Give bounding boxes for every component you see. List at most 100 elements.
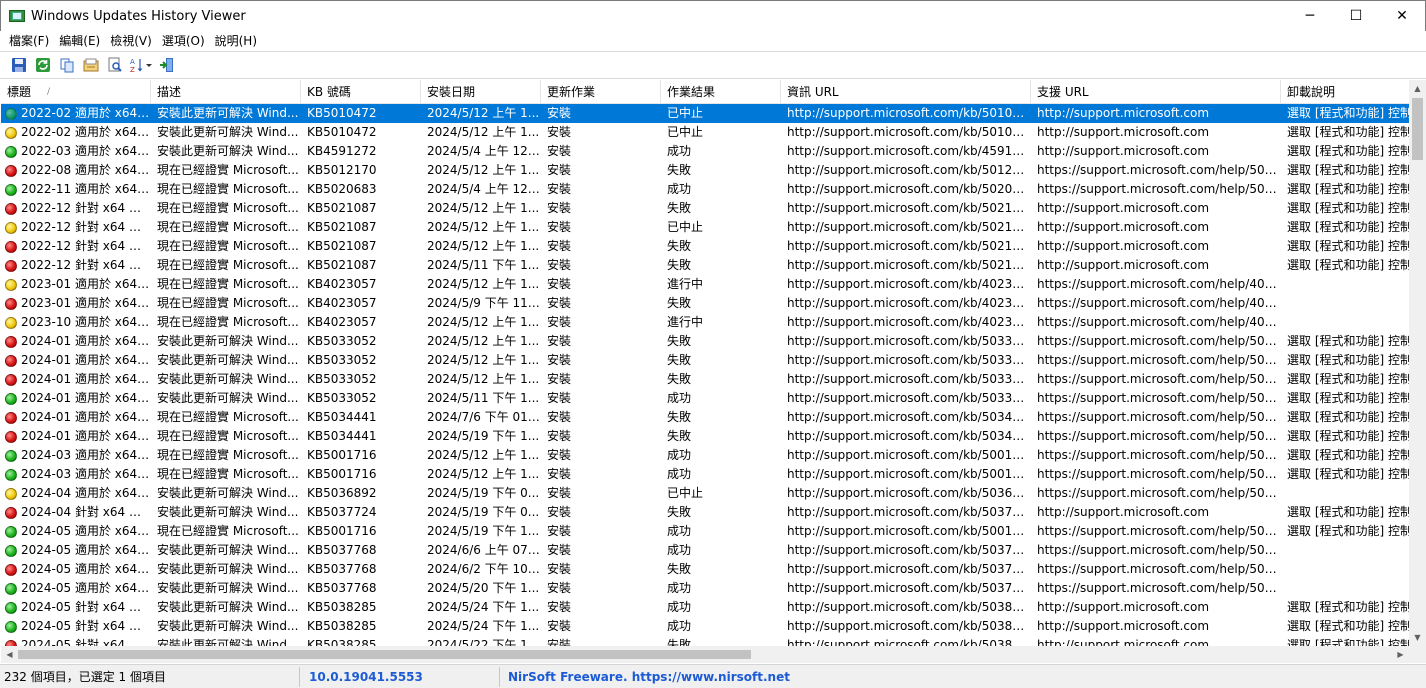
sort-icon: AZ bbox=[130, 58, 152, 73]
cell-support-url: http://support.microsoft.com bbox=[1037, 106, 1210, 120]
cell-update-operation: 安裝 bbox=[547, 125, 572, 139]
vertical-scrollbar[interactable]: ▲ ▼ bbox=[1409, 80, 1426, 646]
cell-info-url: http://support.microsoft.com/kb/5033052 bbox=[787, 391, 1031, 405]
table-row[interactable]: 2022-12 針對 x64 之 ... 現在已經證實 Microsoft... K… bbox=[1, 218, 1409, 237]
table-row[interactable]: 2024-05 針對 x64 之 ... 安裝此更新可解決 Wind... KB50… bbox=[1, 598, 1409, 617]
horizontal-scrollbar[interactable]: ◀ ▶ bbox=[1, 646, 1409, 663]
minimize-button[interactable]: ─ bbox=[1287, 1, 1333, 31]
table-row[interactable]: 2024-01 適用於 x64 ... 現在已經證實 Microsoft... KB… bbox=[1, 427, 1409, 446]
table-row[interactable]: 2024-04 適用於 x64 ... 安裝此更新可解決 Wind... KB503… bbox=[1, 484, 1409, 503]
menu-help[interactable]: 說明(H) bbox=[210, 31, 262, 51]
table-row[interactable]: 2024-05 針對 x64 之 ... 安裝此更新可解決 Wind... KB50… bbox=[1, 636, 1409, 646]
scroll-left-icon[interactable]: ◀ bbox=[1, 646, 18, 663]
cell-update-operation: 安裝 bbox=[547, 448, 572, 462]
properties-icon bbox=[83, 58, 99, 72]
table-row[interactable]: 2024-05 適用於 x64 ... 現在已經證實 Microsoft... KB… bbox=[1, 522, 1409, 541]
table-row[interactable]: 2022-02 適用於 x64 ... 安裝此更新可解決 Wind... KB501… bbox=[1, 123, 1409, 142]
properties-button[interactable] bbox=[80, 54, 102, 76]
cell-title: 2024-05 針對 x64 之 ... bbox=[1, 636, 151, 646]
cell-support-url: https://support.microsoft.com/help/402..… bbox=[1037, 296, 1281, 310]
save-button[interactable] bbox=[8, 54, 30, 76]
table-row[interactable]: 2023-01 適用於 x64 ... 現在已經證實 Microsoft... KB… bbox=[1, 294, 1409, 313]
cell-support-url: https://support.microsoft.com/help/503..… bbox=[1037, 562, 1281, 576]
table-row[interactable]: 2022-02 適用於 x64 ... 安裝此更新可解決 Wind... KB501… bbox=[1, 104, 1409, 123]
scroll-right-icon[interactable]: ▶ bbox=[1392, 646, 1409, 663]
close-button[interactable]: ✕ bbox=[1379, 1, 1425, 31]
cell-title: 2023-01 適用於 x64 ... bbox=[1, 294, 151, 313]
cell-operation-result: 成功 bbox=[667, 600, 692, 614]
column-header-uninstall-notes[interactable]: 卸載說明 bbox=[1281, 80, 1409, 104]
column-header-title[interactable]: 標題 / bbox=[1, 80, 151, 104]
exit-button[interactable] bbox=[156, 54, 178, 76]
column-header-description[interactable]: 描述 bbox=[151, 80, 301, 104]
cell-operation-result: 成功 bbox=[667, 144, 692, 158]
horizontal-scroll-thumb[interactable] bbox=[18, 650, 751, 659]
cell-update-operation: 安裝 bbox=[547, 144, 572, 158]
updates-list-view[interactable]: 標題 / 描述 KB 號碼 安裝日期 更新作業 作業結果 資訊 URL 支援 UR… bbox=[1, 80, 1409, 646]
table-row[interactable]: 2024-05 針對 x64 之 ... 安裝此更新可解決 Wind... KB50… bbox=[1, 617, 1409, 636]
cell-install-date: 2024/5/24 下午 1... bbox=[427, 600, 540, 614]
column-header-operation-result[interactable]: 作業結果 bbox=[661, 80, 781, 104]
vertical-scroll-thumb[interactable] bbox=[1412, 98, 1423, 160]
table-row[interactable]: 2024-05 適用於 x64 ... 安裝此更新可解決 Wind... KB503… bbox=[1, 579, 1409, 598]
table-row[interactable]: 2022-11 適用於 x64 ... 現在已經證實 Microsoft... KB… bbox=[1, 180, 1409, 199]
menu-options[interactable]: 選項(O) bbox=[157, 31, 210, 51]
scroll-down-icon[interactable]: ▼ bbox=[1409, 629, 1426, 646]
table-row[interactable]: 2024-01 適用於 x64 ... 安裝此更新可解決 Wind... KB503… bbox=[1, 351, 1409, 370]
table-row[interactable]: 2022-12 針對 x64 之 ... 現在已經證實 Microsoft... K… bbox=[1, 256, 1409, 275]
copy-button[interactable] bbox=[56, 54, 78, 76]
table-row[interactable]: 2024-01 適用於 x64 ... 安裝此更新可解決 Wind... KB503… bbox=[1, 370, 1409, 389]
cell-uninstall-notes: 選取 [程式和功能] 控制 bbox=[1287, 182, 1409, 196]
table-row[interactable]: 2024-03 適用於 x64 ... 現在已經證實 Microsoft... KB… bbox=[1, 465, 1409, 484]
table-row[interactable]: 2024-01 適用於 x64 ... 現在已經證實 Microsoft... KB… bbox=[1, 408, 1409, 427]
cell-uninstall-notes: 選取 [程式和功能] 控制 bbox=[1287, 144, 1409, 158]
cell-support-url: http://support.microsoft.com bbox=[1037, 144, 1210, 158]
cell-support-url: https://support.microsoft.com/help/503..… bbox=[1037, 353, 1281, 367]
maximize-button[interactable]: ☐ bbox=[1333, 1, 1379, 31]
table-row[interactable]: 2023-01 適用於 x64 ... 現在已經證實 Microsoft... KB… bbox=[1, 275, 1409, 294]
table-row[interactable]: 2023-10 適用於 x64 ... 現在已經證實 Microsoft... KB… bbox=[1, 313, 1409, 332]
table-row[interactable]: 2024-01 適用於 x64 ... 安裝此更新可解決 Wind... KB503… bbox=[1, 332, 1409, 351]
cell-uninstall-notes: 選取 [程式和功能] 控制 bbox=[1287, 638, 1409, 646]
cell-operation-result: 進行中 bbox=[667, 277, 704, 291]
table-row[interactable]: 2024-05 適用於 x64 ... 安裝此更新可解決 Wind... KB503… bbox=[1, 560, 1409, 579]
scroll-up-icon[interactable]: ▲ bbox=[1409, 80, 1426, 97]
table-row[interactable]: 2024-03 適用於 x64 ... 現在已經證實 Microsoft... KB… bbox=[1, 446, 1409, 465]
table-row[interactable]: 2022-12 針對 x64 之 ... 現在已經證實 Microsoft... K… bbox=[1, 199, 1409, 218]
menu-file[interactable]: 檔案(F) bbox=[4, 31, 54, 51]
sort-button[interactable]: AZ bbox=[128, 54, 154, 76]
menu-view[interactable]: 檢視(V) bbox=[105, 31, 157, 51]
cell-title-text: 2022-11 適用於 x64 ... bbox=[21, 182, 151, 196]
column-header-update-operation[interactable]: 更新作業 bbox=[541, 80, 661, 104]
column-header-kb-number[interactable]: KB 號碼 bbox=[301, 80, 421, 104]
cell-uninstall-notes: 選取 [程式和功能] 控制 bbox=[1287, 619, 1409, 633]
cell-title: 2024-01 適用於 x64 ... bbox=[1, 370, 151, 389]
table-row[interactable]: 2022-08 適用於 x64 ... 現在已經證實 Microsoft... KB… bbox=[1, 161, 1409, 180]
column-header-support-url[interactable]: 支援 URL bbox=[1031, 80, 1281, 104]
column-header-info-url[interactable]: 資訊 URL bbox=[781, 80, 1031, 104]
status-nirsoft-link[interactable]: NirSoft Freeware. https://www.nirsoft.ne… bbox=[500, 667, 1060, 687]
cell-title: 2024-05 適用於 x64 ... bbox=[1, 560, 151, 579]
menu-edit[interactable]: 編輯(E) bbox=[54, 31, 105, 51]
column-header-install-date[interactable]: 安裝日期 bbox=[421, 80, 541, 104]
cell-install-date: 2024/5/12 上午 1... bbox=[427, 239, 540, 253]
refresh-button[interactable] bbox=[32, 54, 54, 76]
find-button[interactable] bbox=[104, 54, 126, 76]
table-row[interactable]: 2022-03 適用於 x64 ... 安裝此更新可解決 Wind... KB459… bbox=[1, 142, 1409, 161]
cell-support-url: https://support.microsoft.com/help/402..… bbox=[1037, 277, 1281, 291]
table-row[interactable]: 2022-12 針對 x64 之 ... 現在已經證實 Microsoft... K… bbox=[1, 237, 1409, 256]
cell-install-date: 2024/5/12 上午 1... bbox=[427, 315, 540, 329]
status-green-icon bbox=[5, 601, 17, 614]
table-row[interactable]: 2024-01 適用於 x64 ... 安裝此更新可解決 Wind... KB503… bbox=[1, 389, 1409, 408]
cell-update-operation: 安裝 bbox=[547, 258, 572, 272]
cell-operation-result: 失敗 bbox=[667, 163, 692, 177]
table-row[interactable]: 2024-04 針對 x64 之 ... 安裝此更新可解決 Wind... KB50… bbox=[1, 503, 1409, 522]
cell-info-url: http://support.microsoft.com/kb/5033052 bbox=[787, 334, 1031, 348]
cell-update-operation: 安裝 bbox=[547, 201, 572, 215]
cell-description: 現在已經證實 Microsoft... bbox=[157, 201, 299, 215]
status-red-icon bbox=[5, 563, 17, 576]
cell-update-operation: 安裝 bbox=[547, 581, 572, 595]
table-row[interactable]: 2024-05 適用於 x64 ... 安裝此更新可解決 Wind... KB503… bbox=[1, 541, 1409, 560]
cell-description: 安裝此更新可解決 Wind... bbox=[157, 372, 299, 386]
cell-title-text: 2024-01 適用於 x64 ... bbox=[21, 391, 151, 405]
